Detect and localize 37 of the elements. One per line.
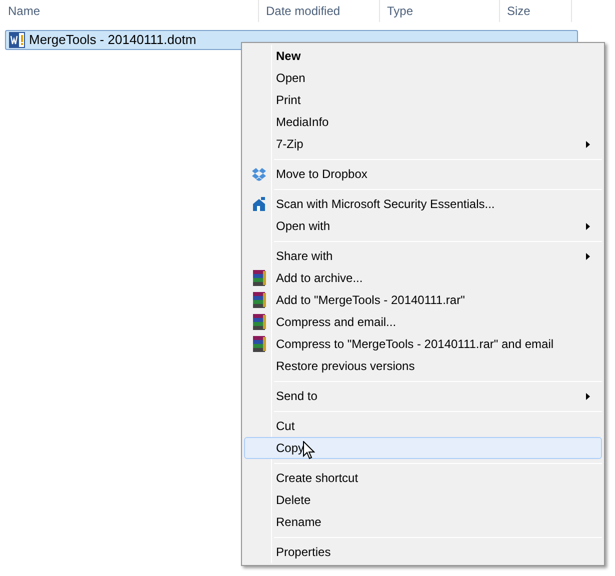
mouse-cursor-icon bbox=[303, 441, 315, 460]
submenu-arrow-icon bbox=[586, 393, 590, 400]
menu-item[interactable]: Add to "MergeTools - 20140111.rar" bbox=[244, 289, 602, 311]
books-icon bbox=[252, 336, 266, 352]
menu-item[interactable]: 7-Zip bbox=[244, 133, 602, 155]
books-icon bbox=[252, 292, 266, 308]
submenu-arrow-icon bbox=[586, 223, 590, 230]
menu-item[interactable]: Restore previous versions bbox=[244, 355, 602, 377]
document-icon bbox=[9, 32, 25, 48]
menu-item[interactable]: Delete bbox=[244, 489, 602, 511]
column-header[interactable]: Size bbox=[500, 0, 572, 22]
menu-item[interactable]: Properties bbox=[244, 541, 602, 563]
menu-item[interactable]: Add to archive... bbox=[244, 267, 602, 289]
column-header[interactable]: Type bbox=[380, 0, 500, 22]
menu-item[interactable]: Send to bbox=[244, 385, 602, 407]
menu-item[interactable]: Scan with Microsoft Security Essentials... bbox=[244, 193, 602, 215]
menu-item[interactable]: Move to Dropbox bbox=[244, 163, 602, 185]
dropbox-icon bbox=[252, 168, 266, 180]
menu-item[interactable]: Compress to "MergeTools - 20140111.rar" and email bbox=[244, 333, 602, 355]
menu-item[interactable]: Create shortcut bbox=[244, 467, 602, 489]
menu-item[interactable]: Open bbox=[244, 67, 602, 89]
house-icon bbox=[252, 197, 266, 211]
menu-item[interactable]: Print bbox=[244, 89, 602, 111]
submenu-arrow-icon bbox=[586, 253, 590, 260]
menu-item[interactable]: MediaInfo bbox=[244, 111, 602, 133]
file-name: MergeTools - 20140111.dotm bbox=[29, 31, 196, 50]
menu-item[interactable]: Open with bbox=[244, 215, 602, 237]
menu-item[interactable]: Share with bbox=[244, 245, 602, 267]
submenu-arrow-icon bbox=[586, 141, 590, 148]
column-header[interactable]: Date modified bbox=[259, 0, 380, 22]
books-icon bbox=[252, 270, 266, 286]
menu-item[interactable]: Copy bbox=[244, 437, 602, 459]
menu-item[interactable]: Cut bbox=[244, 415, 602, 437]
column-header[interactable]: Name bbox=[0, 0, 259, 22]
menu-item[interactable]: Compress and email... bbox=[244, 311, 602, 333]
books-icon bbox=[252, 314, 266, 330]
menu-item[interactable]: Rename bbox=[244, 511, 602, 533]
